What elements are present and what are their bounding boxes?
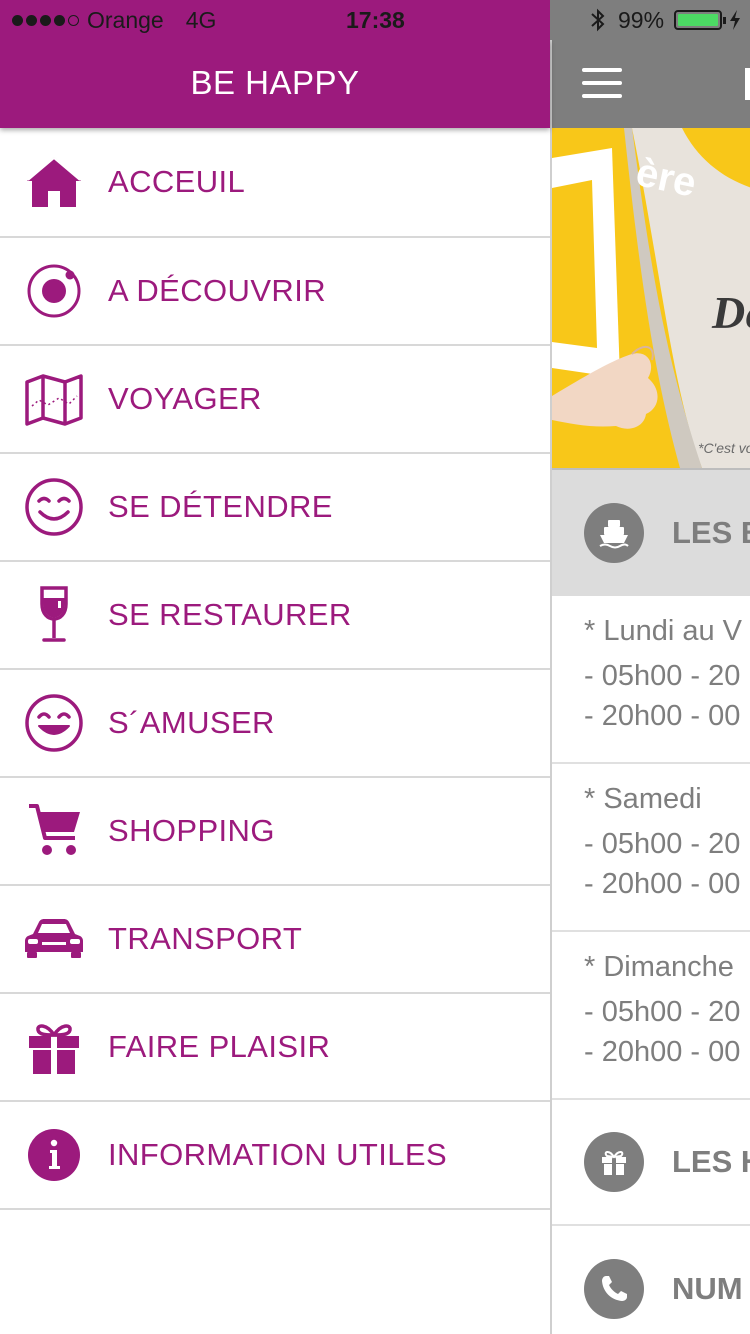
map-icon [22, 367, 86, 431]
menu-item-transport[interactable]: TRANSPORT [0, 886, 550, 994]
car-icon [22, 907, 86, 971]
menu-item-shopping[interactable]: SHOPPING [0, 778, 550, 886]
network-type: 4G [185, 7, 217, 33]
menu-item-a-decouvrir[interactable]: A DÉCOUVRIR [0, 238, 550, 346]
menu-item-label: A DÉCOUVRIR [108, 273, 326, 308]
status-bar: Orange 4G 17:38 99% [0, 0, 750, 40]
menu-item-acceuil[interactable]: ACCEUIL [0, 128, 550, 238]
menu-item-label: ACCEUIL [108, 164, 246, 199]
main-header [552, 40, 750, 128]
menu-item-label: TRANSPORT [108, 921, 303, 956]
menu-item-information-utiles[interactable]: INFORMATION UTILES [0, 1102, 550, 1210]
schedule-day: * Lundi au V [584, 615, 743, 647]
schedule-slot: - 05h00 - 20 [584, 828, 741, 860]
menu-item-label: S´AMUSER [108, 705, 275, 740]
menu-item-label: VOYAGER [108, 381, 262, 416]
main-content-panel: ère De *C'est vo LES B * Lundi au V - 05… [550, 40, 750, 1334]
happy-face-icon [22, 691, 86, 755]
menu-item-label: INFORMATION UTILES [108, 1137, 448, 1172]
signal-strength-icon [12, 14, 79, 26]
drawer-menu: ACCEUIL A DÉCOUVRIR VOYAGER SE DÉTENDRE … [0, 128, 550, 1210]
cart-icon [22, 799, 86, 863]
battery-icon [674, 10, 726, 30]
menu-item-label: SE RESTAURER [108, 597, 352, 632]
menu-item-label: FAIRE PLAISIR [108, 1029, 331, 1064]
gift-section-title: LES H [672, 1144, 750, 1179]
schedule-slot: - 05h00 - 20 [584, 660, 741, 692]
schedule-slot: - 20h00 - 00 [584, 700, 741, 732]
battery-percent: 99% [618, 7, 665, 33]
schedule-slot: - 20h00 - 00 [584, 868, 741, 900]
charging-bolt-icon [730, 10, 740, 30]
battery-level-fill [678, 14, 718, 26]
schedule-day: * Dimanche [584, 951, 734, 983]
info-icon [22, 1123, 86, 1187]
bluetooth-icon [591, 8, 605, 32]
carrier-name: Orange [87, 7, 164, 33]
schedule-slot: - 20h00 - 00 [584, 1036, 741, 1068]
hamburger-menu-button[interactable] [582, 68, 624, 100]
gift-icon [584, 1132, 644, 1192]
gift-section-header[interactable]: LES H [552, 1100, 750, 1226]
schedule-block: * Dimanche - 05h00 - 20 - 20h00 - 00 [552, 932, 750, 1100]
drawer-title: BE HAPPY [190, 64, 360, 101]
banner-text-de: De [711, 287, 750, 338]
menu-item-faire-plaisir[interactable]: FAIRE PLAISIR [0, 994, 550, 1102]
phone-section-header[interactable]: NUM [552, 1226, 750, 1334]
drawer-header: BE HAPPY [0, 40, 550, 128]
boats-section-title: LES B [672, 515, 750, 550]
menu-item-label: SE DÉTENDRE [108, 489, 333, 524]
boats-section-header[interactable]: LES B [552, 468, 750, 596]
gift-icon [22, 1015, 86, 1079]
smile-icon [22, 475, 86, 539]
phone-section-title: NUM [672, 1271, 743, 1306]
menu-item-voyager[interactable]: VOYAGER [0, 346, 550, 454]
schedule-block: * Lundi au V - 05h00 - 20 - 20h00 - 00 [552, 596, 750, 764]
menu-item-se-restaurer[interactable]: SE RESTAURER [0, 562, 550, 670]
status-time: 17:38 [346, 7, 405, 33]
schedule-day: * Samedi [584, 783, 702, 815]
schedule-slot: - 05h00 - 20 [584, 996, 741, 1028]
boat-icon [584, 503, 644, 563]
menu-item-se-detendre[interactable]: SE DÉTENDRE [0, 454, 550, 562]
carrier-group: Orange 4G [12, 6, 216, 34]
banner-text-small: *C'est vo [698, 440, 750, 456]
promo-banner-image[interactable]: ère De *C'est vo [552, 128, 750, 468]
menu-item-s-amuser[interactable]: S´AMUSER [0, 670, 550, 778]
discover-icon [22, 259, 86, 323]
schedule-block: * Samedi - 05h00 - 20 - 20h00 - 00 [552, 764, 750, 932]
header-title-fragment [745, 68, 750, 100]
menu-item-label: SHOPPING [108, 813, 275, 848]
phone-icon [584, 1259, 644, 1319]
promo-banner-graphic: ère De *C'est vo [552, 128, 750, 468]
home-icon [22, 150, 86, 214]
wine-glass-icon [22, 583, 86, 647]
